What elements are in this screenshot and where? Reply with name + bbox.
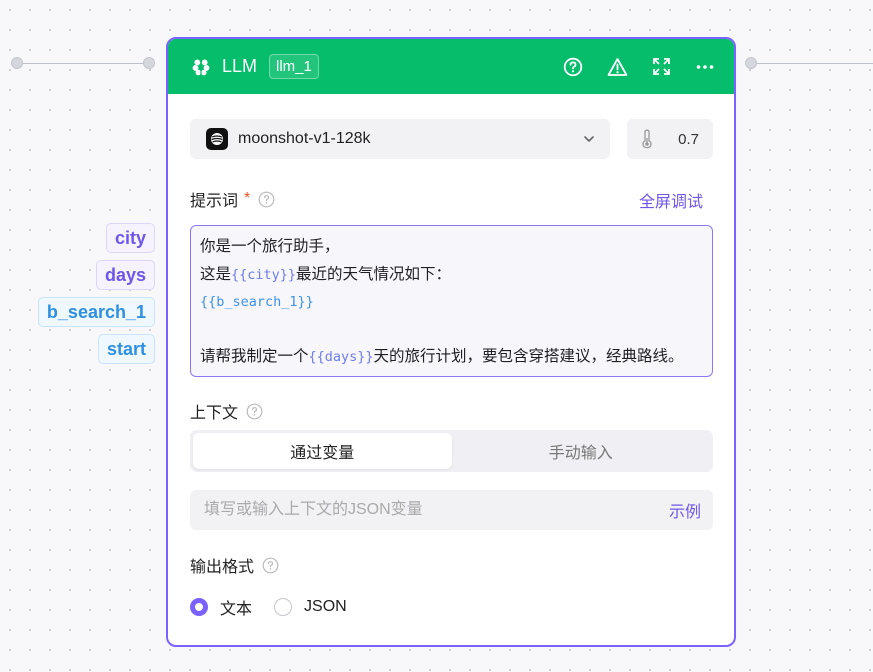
model-name: moonshot-v1-128k (238, 130, 371, 147)
node-title: LLM (222, 56, 258, 76)
brain-logo-icon (192, 58, 210, 75)
prompt-text: 这是 (200, 265, 232, 283)
model-select[interactable]: moonshot-v1-128k (190, 119, 610, 159)
help-button[interactable] (562, 56, 584, 78)
context-mode-tabs: 通过变量 手动输入 (190, 430, 713, 472)
radio-option-json[interactable]: JSON (274, 598, 347, 616)
chevron-down-icon (584, 136, 594, 142)
input-var-days[interactable]: days (95, 260, 155, 290)
prompt-text: 最近的天气情况如下： (296, 265, 452, 283)
thermometer-icon (642, 129, 652, 149)
output-format-radio-group: 文本 JSON (190, 595, 369, 619)
prompt-line (200, 316, 703, 344)
tab-via-variable[interactable]: 通过变量 (193, 433, 452, 469)
node-id-tag[interactable]: llm_1 (269, 54, 319, 79)
prompt-text: 天的旅行计划，要包含穿搭建议，经典路线。 (373, 348, 684, 365)
more-icon (696, 64, 714, 69)
prompt-line: 这是{{city}}最近的天气情况如下： (200, 261, 703, 289)
radio-option-text[interactable]: 文本 (190, 595, 252, 619)
temperature-control[interactable]: 0.7 (627, 119, 713, 159)
prompt-line: 你是一个旅行助手， (200, 233, 703, 261)
tab-manual-input[interactable]: 手动输入 (452, 433, 711, 469)
more-button[interactable] (694, 56, 716, 78)
help-icon[interactable] (246, 403, 263, 420)
radio-selected[interactable] (190, 598, 208, 616)
help-icon (563, 57, 583, 76)
node-header[interactable]: LLM llm_1 (168, 39, 734, 94)
expand-button[interactable] (650, 56, 672, 78)
prompt-label-row: 提示词 * (190, 187, 275, 211)
outgoing-edge (757, 63, 873, 64)
example-link[interactable]: 示例 (669, 498, 701, 522)
input-var-start[interactable]: start (97, 334, 155, 364)
radio-label-text: 文本 (220, 601, 253, 618)
radio-label-json: JSON (304, 598, 347, 615)
context-json-field[interactable]: 示例 (190, 490, 713, 530)
prompt-variable: {{city}} (231, 266, 297, 283)
prompt-line: {{b_search_1}} (200, 288, 703, 316)
input-port[interactable] (143, 57, 155, 69)
warning-icon (607, 57, 627, 76)
warning-button[interactable] (606, 56, 628, 78)
llm-node-card[interactable]: LLM llm_1 moonshot-v1-128k 0.7 提示词 * 全屏调… (166, 37, 736, 647)
input-var-b-search-1[interactable]: b_search_1 (37, 297, 155, 327)
edge-endpoint[interactable] (11, 57, 23, 69)
input-var-city[interactable]: city (105, 223, 155, 253)
help-icon[interactable] (258, 191, 275, 208)
required-mark: * (244, 190, 251, 207)
context-label: 上下文 (190, 405, 239, 422)
prompt-text: 请帮我制定一个 (200, 348, 309, 365)
prompt-editor[interactable]: 你是一个旅行助手， 这是{{city}}最近的天气情况如下： {{b_search_… (190, 225, 713, 377)
output-port[interactable] (745, 57, 757, 69)
incoming-edge (18, 63, 150, 64)
prompt-variable: {{b_search_1}} (200, 294, 314, 310)
radio-unselected[interactable] (274, 598, 293, 616)
output-format-label: 输出格式 (190, 559, 255, 576)
moonshot-model-icon (206, 128, 228, 150)
prompt-label: 提示词 (190, 193, 239, 210)
prompt-variable: {{days}} (308, 349, 374, 365)
output-format-label-row: 输出格式 (190, 553, 279, 577)
expand-icon (652, 58, 670, 75)
context-json-input[interactable] (202, 500, 669, 520)
help-icon[interactable] (262, 557, 279, 574)
fullscreen-debug-link[interactable]: 全屏调试 (639, 188, 703, 212)
temperature-value: 0.7 (678, 130, 699, 148)
prompt-line: 请帮我制定一个{{days}}天的旅行计划，要包含穿搭建议，经典路线。 (200, 343, 703, 371)
context-label-row: 上下文 (190, 399, 263, 423)
prompt-text: 你是一个旅行助手， (200, 238, 340, 255)
